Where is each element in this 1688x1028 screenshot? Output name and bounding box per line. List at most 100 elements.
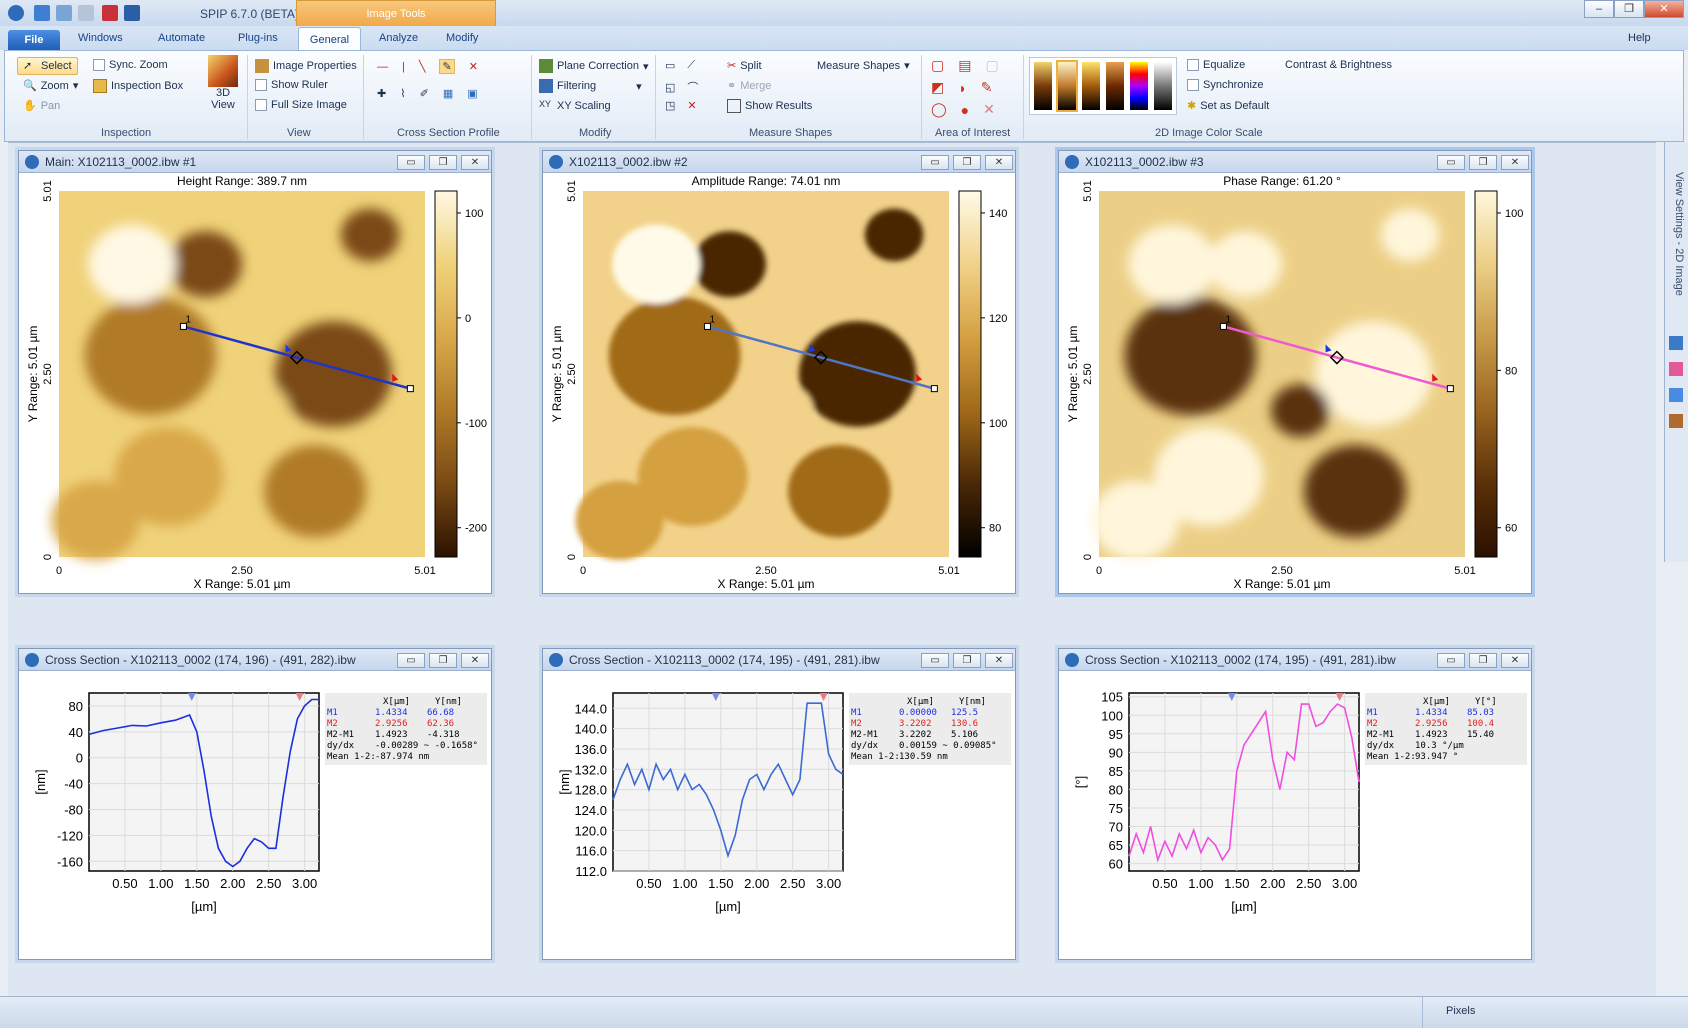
window-minimize-button[interactable]: ▭: [921, 155, 949, 170]
window-maximize-button[interactable]: ❐: [1469, 155, 1497, 170]
pan-button[interactable]: ✋ Pan: [23, 99, 60, 113]
redo-icon[interactable]: [78, 5, 94, 21]
help-button[interactable]: Help: [1628, 32, 1651, 44]
tab-automate[interactable]: Automate: [158, 32, 205, 44]
new-icon[interactable]: [34, 5, 50, 21]
window-maximize-button[interactable]: ❐: [429, 653, 457, 668]
aoi-delete-icon[interactable]: ✕: [983, 101, 995, 118]
set-default-button[interactable]: ✱ Set as Default: [1187, 99, 1269, 113]
shape-curve-icon[interactable]: ⌒: [687, 79, 698, 95]
horizontal-line-icon[interactable]: —: [377, 61, 388, 73]
palette-swatch[interactable]: [1154, 62, 1172, 110]
palette-swatch[interactable]: [1034, 62, 1052, 110]
afm-image-plot[interactable]: 1 Phase Range: 61.20 ° 0 2.50 5.01 X Range: 5…: [1059, 173, 1531, 593]
window-minimize-button[interactable]: ▭: [921, 653, 949, 668]
full-size-checkbox[interactable]: Full Size Image: [255, 99, 347, 111]
window-minimize-button[interactable]: ▭: [1437, 155, 1465, 170]
chart-icon[interactable]: ▦: [443, 87, 453, 100]
image-window[interactable]: Main: X102113_0002.ibw #1 ▭ ❐ ✕ 1 Height Rang…: [18, 150, 492, 594]
aoi-fill-icon[interactable]: ▤: [958, 57, 971, 74]
window-maximize-button[interactable]: ❐: [429, 155, 457, 170]
crosshair-icon[interactable]: ✚: [377, 87, 386, 100]
palette-swatch-selected[interactable]: [1056, 60, 1078, 112]
image-window[interactable]: X102113_0002.ibw #2 ▭ ❐ ✕ 1 Amplitude Range: …: [542, 150, 1016, 594]
tab-analyze[interactable]: Analyze: [379, 32, 418, 44]
split-button[interactable]: ✂ Split: [727, 59, 762, 73]
window-close-button[interactable]: ✕: [1501, 155, 1529, 170]
profile-line-icon[interactable]: ✎: [439, 59, 455, 74]
window-maximize-button[interactable]: ❐: [953, 653, 981, 668]
aoi-poly-icon[interactable]: ◩: [931, 79, 944, 96]
inspection-box-button[interactable]: Inspection Box: [93, 79, 183, 93]
measure-shapes-dropdown[interactable]: Measure Shapes ▾: [817, 59, 910, 73]
polyline-icon[interactable]: ⌇: [400, 87, 405, 100]
aoi-disabled-icon[interactable]: ▢: [985, 57, 998, 74]
tab-general[interactable]: General: [298, 27, 361, 51]
equalize-checkbox[interactable]: Equalize: [1187, 59, 1245, 71]
afm-image-plot[interactable]: 1 Amplitude Range: 74.01 nm 0 2.50 5.01 X Ran…: [543, 173, 1015, 593]
image-properties-button[interactable]: Image Properties: [255, 59, 357, 73]
shape-bracket-icon[interactable]: ◳: [665, 99, 675, 112]
3d-view-button[interactable]: 3D View: [205, 55, 241, 111]
show-results-button[interactable]: Show Results: [727, 99, 812, 113]
aoi-rect-icon[interactable]: ▢: [931, 57, 944, 74]
panel-icon[interactable]: [1669, 362, 1683, 376]
panel-icon[interactable]: [1669, 414, 1683, 428]
cross-section-chart[interactable]: 0.50 1.00 1.50 2.00 2.50 3.00 144.0 140.0 136.0 1…: [543, 671, 1015, 959]
window-minimize-button[interactable]: ▭: [397, 653, 425, 668]
palette-swatch[interactable]: [1106, 62, 1124, 110]
afm-image-plot[interactable]: 1 Height Range: 389.7 nm 0 2.50 5.01 X Range:…: [19, 173, 491, 593]
palette-swatch[interactable]: [1082, 62, 1100, 110]
cross-section-window[interactable]: Cross Section - X102113_0002 (174, 196) …: [18, 648, 492, 960]
export-icon[interactable]: ▣: [467, 87, 477, 100]
minimize-button[interactable]: –: [1584, 0, 1614, 18]
xy-scaling-button[interactable]: XY XY Scaling: [539, 99, 611, 113]
synchronize-checkbox[interactable]: Synchronize: [1187, 79, 1264, 91]
line-endpoint-handle[interactable]: [930, 385, 938, 393]
show-ruler-checkbox[interactable]: Show Ruler: [255, 79, 328, 91]
aoi-circle-icon[interactable]: ●: [961, 102, 969, 118]
undo-icon[interactable]: [56, 5, 72, 21]
tab-file[interactable]: File: [8, 30, 60, 50]
restore-button[interactable]: ❐: [1614, 0, 1644, 18]
plane-correction-button[interactable]: Plane Correction ▾: [539, 59, 648, 73]
window-close-button[interactable]: ✕: [461, 653, 489, 668]
plot-area[interactable]: [88, 692, 320, 872]
close-button[interactable]: ✕: [1644, 0, 1684, 18]
line-endpoint-handle[interactable]: [406, 385, 414, 393]
window-close-button[interactable]: ✕: [985, 653, 1013, 668]
side-panel-label[interactable]: View Settings - 2D Image: [1669, 172, 1685, 296]
shape-rect-icon[interactable]: ▭: [665, 59, 675, 72]
window-close-button[interactable]: ✕: [985, 155, 1013, 170]
merge-button[interactable]: ⚭ Merge: [727, 79, 771, 93]
edit-icon[interactable]: ✐: [420, 87, 429, 100]
aoi-ellipse-icon[interactable]: ◯: [931, 101, 947, 118]
palette-swatch[interactable]: [1130, 62, 1148, 110]
shape-poly-icon[interactable]: ◱: [665, 81, 675, 94]
filtering-button[interactable]: Filtering ▾: [539, 79, 642, 93]
line-endpoint-handle[interactable]: [1446, 385, 1454, 393]
plot-area[interactable]: [612, 692, 844, 872]
cross-section-window[interactable]: Cross Section - X102113_0002 (174, 195) …: [542, 648, 1016, 960]
aoi-paint-icon[interactable]: ✎: [981, 79, 993, 96]
diagonal-line-icon[interactable]: ╲: [419, 60, 426, 73]
select-button[interactable]: ➚ Select: [17, 57, 78, 75]
cross-section-chart[interactable]: 0.50 1.00 1.50 2.00 2.50 3.00 80 40 0 -40 -80 -120 -…: [19, 671, 491, 959]
layout-icon[interactable]: [124, 5, 140, 21]
window-close-button[interactable]: ✕: [461, 155, 489, 170]
panel-icon[interactable]: [1669, 388, 1683, 402]
tab-windows[interactable]: Windows: [78, 32, 123, 44]
vertical-line-icon[interactable]: |: [402, 61, 405, 73]
window-minimize-button[interactable]: ▭: [397, 155, 425, 170]
sync-zoom-checkbox[interactable]: Sync. Zoom: [93, 59, 168, 71]
tab-modify[interactable]: Modify: [446, 32, 478, 44]
window-maximize-button[interactable]: ❐: [1469, 653, 1497, 668]
grid-icon[interactable]: [102, 5, 118, 21]
contrast-brightness-button[interactable]: Contrast & Brightness: [1285, 59, 1392, 71]
panel-icon[interactable]: [1669, 336, 1683, 350]
shape-line-icon[interactable]: ⟋: [687, 59, 695, 72]
window-close-button[interactable]: ✕: [1501, 653, 1529, 668]
window-minimize-button[interactable]: ▭: [1437, 653, 1465, 668]
delete-line-icon[interactable]: ✕: [469, 60, 478, 73]
zoom-button[interactable]: 🔍 Zoom ▾: [23, 79, 78, 93]
